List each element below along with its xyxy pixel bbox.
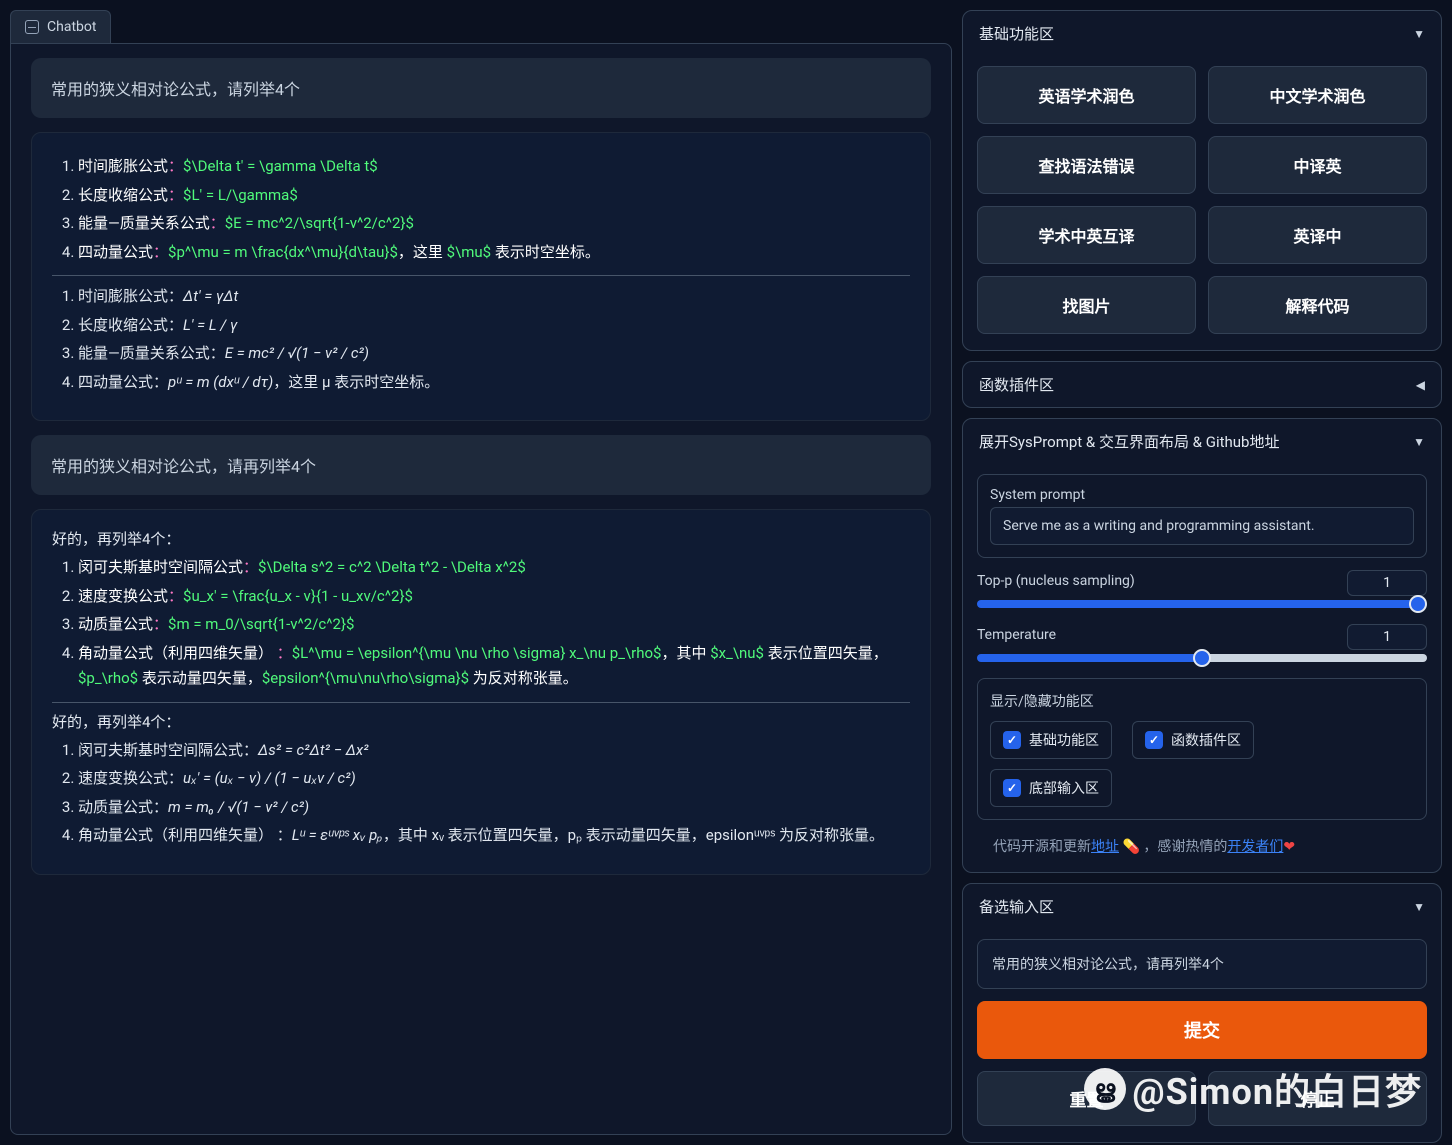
- section-title: 展开SysPrompt & 交互界面布局 & Github地址: [979, 431, 1279, 452]
- user-message: 常用的狭义相对论公式，请列举4个: [31, 58, 931, 118]
- alt-input-header[interactable]: 备选输入区 ▼: [963, 884, 1441, 929]
- chevron-down-icon: ▼: [1413, 900, 1425, 914]
- alt-input-field[interactable]: 常用的狭义相对论公式，请再列举4个: [977, 939, 1427, 989]
- topp-label: Top-p (nucleus sampling): [977, 573, 1135, 589]
- alt-input-section: 备选输入区 ▼ 常用的狭义相对论公式，请再列举4个 提交 重置 停止: [962, 883, 1442, 1143]
- divider: [52, 275, 910, 276]
- raw-list: 时间膨胀公式：$\Delta t' = \gamma \Delta t$ 长度收…: [52, 154, 910, 265]
- sysprompt-header[interactable]: 展开SysPrompt & 交互界面布局 & Github地址 ▼: [963, 419, 1441, 464]
- btn-en-to-zh[interactable]: 英译中: [1208, 206, 1427, 264]
- btn-grammar-check[interactable]: 查找语法错误: [977, 136, 1196, 194]
- chevron-down-icon: ▼: [1413, 27, 1425, 41]
- topp-value[interactable]: 1: [1347, 570, 1427, 596]
- sysprompt-section: 展开SysPrompt & 交互界面布局 & Github地址 ▼ System…: [962, 418, 1442, 873]
- system-prompt-input[interactable]: Serve me as a writing and programming as…: [990, 507, 1414, 545]
- toggle-title: 显示/隐藏功能区: [990, 691, 1414, 711]
- rendered-list: 闵可夫斯基时空间隔公式：Δs² = c²Δt² − Δx² 速度变换公式：uₓ′…: [52, 738, 910, 849]
- divider: [52, 702, 910, 703]
- toggle-basic[interactable]: ✓基础功能区: [990, 721, 1112, 759]
- stop-button[interactable]: 停止: [1208, 1071, 1427, 1126]
- chevron-left-icon: ◀: [1416, 378, 1425, 392]
- temperature-slider[interactable]: [977, 654, 1427, 662]
- toggle-plugins[interactable]: ✓函数插件区: [1132, 721, 1254, 759]
- temperature-label: Temperature: [977, 627, 1056, 643]
- topp-slider[interactable]: [977, 600, 1427, 608]
- credits-line: 代码开源和更新地址 💊 ，感谢热情的开发者们❤: [977, 832, 1427, 856]
- devs-link[interactable]: 开发者们: [1227, 839, 1283, 855]
- basic-functions-section: 基础功能区 ▼ 英语学术润色 中文学术润色 查找语法错误 中译英 学术中英互译 …: [962, 10, 1442, 351]
- plugins-section: 函数插件区 ◀: [962, 361, 1442, 408]
- toggle-bottom-input[interactable]: ✓底部输入区: [990, 769, 1112, 807]
- section-title: 基础功能区: [979, 23, 1054, 44]
- chat-icon: [25, 20, 39, 34]
- basic-functions-header[interactable]: 基础功能区 ▼: [963, 11, 1441, 56]
- reset-button[interactable]: 重置: [977, 1071, 1196, 1126]
- btn-zh-to-en[interactable]: 中译英: [1208, 136, 1427, 194]
- chat-tab-label: Chatbot: [47, 19, 96, 35]
- checkbox-checked-icon: ✓: [1003, 731, 1021, 749]
- submit-button[interactable]: 提交: [977, 1001, 1427, 1059]
- plugins-header[interactable]: 函数插件区 ◀: [963, 362, 1441, 407]
- checkbox-checked-icon: ✓: [1145, 731, 1163, 749]
- user-message: 常用的狭义相对论公式，请再列举4个: [31, 435, 931, 495]
- chevron-down-icon: ▼: [1413, 435, 1425, 449]
- btn-find-image[interactable]: 找图片: [977, 276, 1196, 334]
- chat-tab[interactable]: Chatbot: [10, 10, 111, 43]
- btn-chinese-polish[interactable]: 中文学术润色: [1208, 66, 1427, 124]
- chat-scroll[interactable]: 常用的狭义相对论公式，请列举4个 时间膨胀公式：$\Delta t' = \ga…: [10, 43, 952, 1135]
- system-prompt-label: System prompt: [990, 487, 1414, 503]
- btn-academic-trans[interactable]: 学术中英互译: [977, 206, 1196, 264]
- btn-explain-code[interactable]: 解释代码: [1208, 276, 1427, 334]
- assistant-message: 好的，再列举4个： 闵可夫斯基时空间隔公式：$\Delta s^2 = c^2 …: [31, 509, 931, 875]
- assistant-message: 时间膨胀公式：$\Delta t' = \gamma \Delta t$ 长度收…: [31, 132, 931, 421]
- checkbox-checked-icon: ✓: [1003, 779, 1021, 797]
- temperature-value[interactable]: 1: [1347, 624, 1427, 650]
- section-title: 备选输入区: [979, 896, 1054, 917]
- raw-list: 闵可夫斯基时空间隔公式：$\Delta s^2 = c^2 \Delta t^2…: [52, 555, 910, 692]
- rendered-list: 时间膨胀公式：Δt′ = γΔt 长度收缩公式：L′ = L / γ 能量—质量…: [52, 284, 910, 395]
- repo-link[interactable]: 地址: [1091, 839, 1119, 855]
- btn-english-polish[interactable]: 英语学术润色: [977, 66, 1196, 124]
- section-title: 函数插件区: [979, 374, 1054, 395]
